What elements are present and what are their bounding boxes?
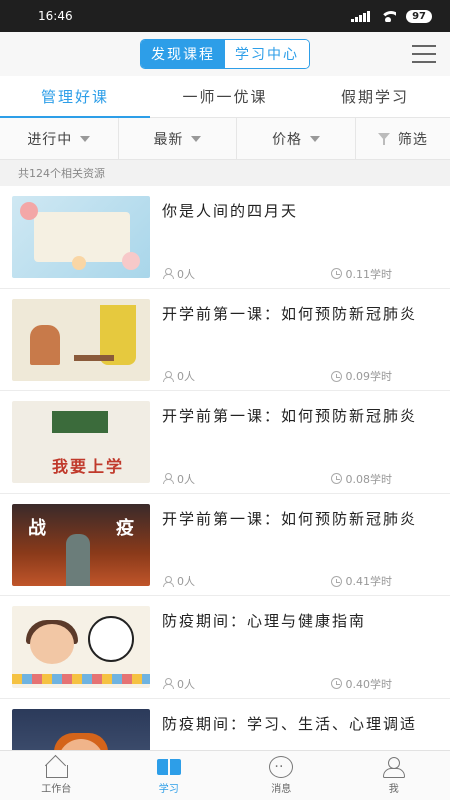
category-tabs: 管理好课 一师一优课 假期学习 <box>0 76 450 118</box>
nav-messages[interactable]: 消息 <box>225 751 338 800</box>
course-thumbnail <box>12 298 150 381</box>
book-icon <box>156 756 182 778</box>
result-count: 共124个相关资源 <box>0 160 450 186</box>
filter-price-dropdown[interactable]: 价格 <box>237 118 356 159</box>
nav-label: 我 <box>388 784 399 795</box>
nav-label: 消息 <box>271 784 292 795</box>
bottom-navigation: 工作台 学习 消息 我 <box>0 750 450 800</box>
person-icon <box>162 268 174 279</box>
segment-learning-center[interactable]: 学习中心 <box>225 40 309 68</box>
list-item[interactable]: 防疫期间：心理与健康指南 0人 0.40学时 <box>0 596 450 699</box>
thumbnail-text: 战 <box>28 517 46 539</box>
learner-count: 0人 <box>177 677 195 691</box>
course-thumbnail: 我要上学 <box>12 401 150 483</box>
filter-label: 筛选 <box>397 131 428 148</box>
list-item[interactable]: 开学前第一课：如何预防新冠肺炎 0人 0.09学时 <box>0 289 450 391</box>
status-bar: 16:46 97 <box>0 0 450 32</box>
chevron-down-icon <box>191 135 202 142</box>
chevron-down-icon <box>310 135 321 142</box>
course-hours: 0.11学时 <box>345 267 393 281</box>
tab-manage-good-courses[interactable]: 管理好课 <box>0 76 150 118</box>
nav-label: 工作台 <box>41 784 72 795</box>
mode-switch: 发现课程 学习中心 <box>140 39 310 69</box>
list-item[interactable]: 防疫期间：学习、生活、心理调适 <box>0 699 450 750</box>
course-thumbnail: 战 疫 <box>12 503 150 586</box>
wifi-icon <box>380 10 397 22</box>
course-thumbnail <box>12 708 150 750</box>
course-hours: 0.40学时 <box>345 677 393 691</box>
course-title: 开学前第一课：如何预防新冠肺炎 <box>162 407 418 425</box>
message-icon <box>269 755 294 778</box>
funnel-icon <box>377 132 390 145</box>
person-icon <box>162 370 174 382</box>
filter-bar: 进行中 最新 价格 筛选 <box>0 118 450 160</box>
thumbnail-text: 我要上学 <box>52 457 125 476</box>
status-time: 16:46 <box>38 9 73 23</box>
segment-discover-courses[interactable]: 发现课程 <box>141 40 225 68</box>
learner-count: 0人 <box>177 472 195 486</box>
person-icon <box>162 575 174 587</box>
course-title: 你是人间的四月天 <box>162 202 299 220</box>
clock-icon <box>330 678 342 689</box>
filter-status-dropdown[interactable]: 进行中 <box>0 118 119 159</box>
profile-icon <box>381 756 407 778</box>
course-title: 开学前第一课：如何预防新冠肺炎 <box>162 509 418 528</box>
clock-icon <box>330 370 342 382</box>
filter-price-label: 价格 <box>272 131 303 148</box>
course-title: 防疫期间：心理与健康指南 <box>162 612 367 630</box>
filter-status-label: 进行中 <box>27 131 73 148</box>
list-item[interactable]: 战 疫 开学前第一课：如何预防新冠肺炎 0人 0.41学时 <box>0 494 450 596</box>
battery-indicator: 97 <box>406 9 432 23</box>
learner-count: 0人 <box>177 575 195 588</box>
menu-icon[interactable] <box>412 45 436 63</box>
nav-label: 学习 <box>158 784 179 795</box>
course-hours: 0.08学时 <box>345 472 393 486</box>
home-icon <box>43 756 69 778</box>
nav-workbench[interactable]: 工作台 <box>0 751 113 800</box>
list-item[interactable]: 你是人间的四月天 0人 0.11学时 <box>0 186 450 289</box>
course-title: 开学前第一课：如何预防新冠肺炎 <box>162 304 418 323</box>
list-item[interactable]: 我要上学 开学前第一课：如何预防新冠肺炎 0人 0.08学时 <box>0 391 450 494</box>
nav-me[interactable]: 我 <box>338 751 450 800</box>
tab-one-teacher-one-course[interactable]: 一师一优课 <box>150 76 300 117</box>
person-icon <box>162 678 174 689</box>
person-icon <box>162 473 174 484</box>
status-icons: 97 <box>351 9 432 23</box>
course-thumbnail <box>12 606 150 688</box>
filter-button[interactable]: 筛选 <box>356 118 450 159</box>
course-title: 防疫期间：学习、生活、心理调适 <box>162 714 418 733</box>
learner-count: 0人 <box>177 370 195 383</box>
course-hours: 0.09学时 <box>345 370 393 383</box>
course-thumbnail <box>12 196 150 278</box>
tab-holiday-study[interactable]: 假期学习 <box>300 76 450 117</box>
course-hours: 0.41学时 <box>345 575 393 588</box>
signal-icon <box>351 10 371 22</box>
learner-count: 0人 <box>177 267 195 281</box>
thumbnail-text: 疫 <box>116 517 134 539</box>
filter-sort-label: 最新 <box>153 131 184 148</box>
chevron-down-icon <box>80 135 91 142</box>
clock-icon <box>330 473 342 484</box>
clock-icon <box>330 268 342 279</box>
course-list: 你是人间的四月天 0人 0.11学时 开学前第一课：如何预防新冠肺炎 0人 0.… <box>0 186 450 750</box>
top-bar: 发现课程 学习中心 <box>0 32 450 76</box>
filter-sort-dropdown[interactable]: 最新 <box>119 118 238 159</box>
clock-icon <box>330 575 342 587</box>
nav-study[interactable]: 学习 <box>113 751 226 800</box>
